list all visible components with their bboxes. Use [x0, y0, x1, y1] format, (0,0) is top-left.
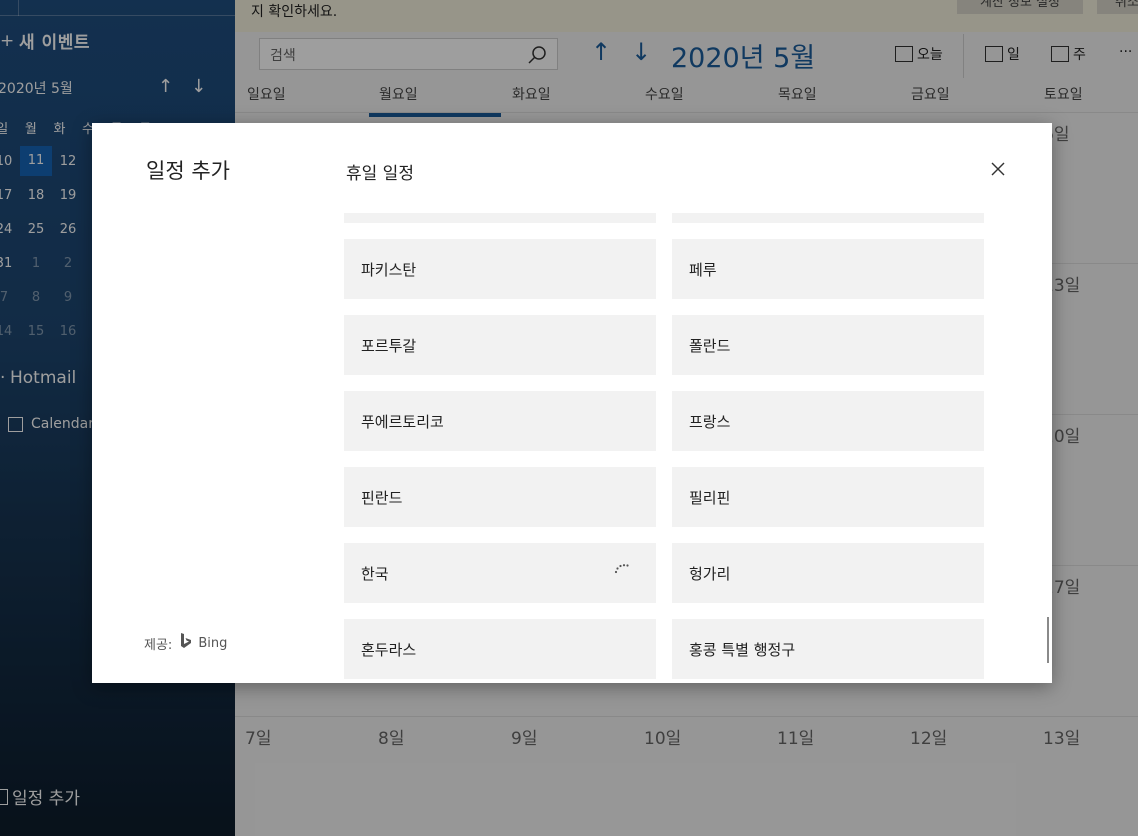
- holiday-tile[interactable]: 푸에르토리코: [344, 391, 656, 451]
- close-icon[interactable]: [988, 159, 1008, 179]
- holiday-tile[interactable]: 폴란드: [672, 315, 984, 375]
- holiday-name: 파키스탄: [361, 261, 417, 279]
- holiday-name: 한국: [361, 565, 389, 583]
- holiday-name: 홍콩 특별 행정구: [689, 641, 796, 659]
- holiday-tile-loading[interactable]: 한국: [344, 543, 656, 603]
- holiday-name: 혼두라스: [361, 641, 417, 659]
- dialog-scrollbar[interactable]: [1047, 617, 1049, 663]
- holiday-tile[interactable]: 페루: [672, 239, 984, 299]
- dialog-title: 일정 추가: [146, 159, 230, 183]
- holiday-tile[interactable]: 포르투갈: [344, 315, 656, 375]
- holiday-tile[interactable]: 핀란드: [344, 467, 656, 527]
- dialog-subtitle: 휴일 일정: [346, 164, 414, 184]
- holiday-name: 헝가리: [689, 565, 731, 583]
- holiday-name: 페루: [689, 261, 717, 279]
- holiday-name: 폴란드: [689, 337, 731, 355]
- holiday-tile[interactable]: 헝가리: [672, 543, 984, 603]
- holiday-tile-partial[interactable]: [344, 213, 656, 223]
- powered-by: 제공: Bing: [144, 633, 227, 653]
- holiday-tile[interactable]: 필리핀: [672, 467, 984, 527]
- holiday-name: 프랑스: [689, 413, 731, 431]
- holiday-name: 핀란드: [361, 489, 403, 507]
- loading-spinner-icon: [614, 561, 630, 579]
- holiday-tile[interactable]: 혼두라스: [344, 619, 656, 679]
- holiday-name: 필리핀: [689, 489, 731, 507]
- add-calendar-dialog: 일정 추가 휴일 일정 제공: Bing 파키스탄 페루 포르투갈 폴란드 푸에…: [92, 123, 1052, 683]
- holiday-tile[interactable]: 프랑스: [672, 391, 984, 451]
- powered-by-label: 제공:: [144, 637, 173, 653]
- holiday-name: 푸에르토리코: [361, 413, 444, 431]
- holiday-list: 파키스탄 페루 포르투갈 폴란드 푸에르토리코 프랑스 핀란드 필리핀 한국 헝…: [344, 213, 992, 683]
- holiday-name: 포르투갈: [361, 337, 417, 355]
- holiday-tile-partial[interactable]: [672, 213, 984, 223]
- holiday-tile[interactable]: 홍콩 특별 행정구: [672, 619, 984, 679]
- holiday-tile[interactable]: 파키스탄: [344, 239, 656, 299]
- powered-by-brand: Bing: [198, 635, 228, 651]
- bing-logo-icon: [180, 633, 192, 653]
